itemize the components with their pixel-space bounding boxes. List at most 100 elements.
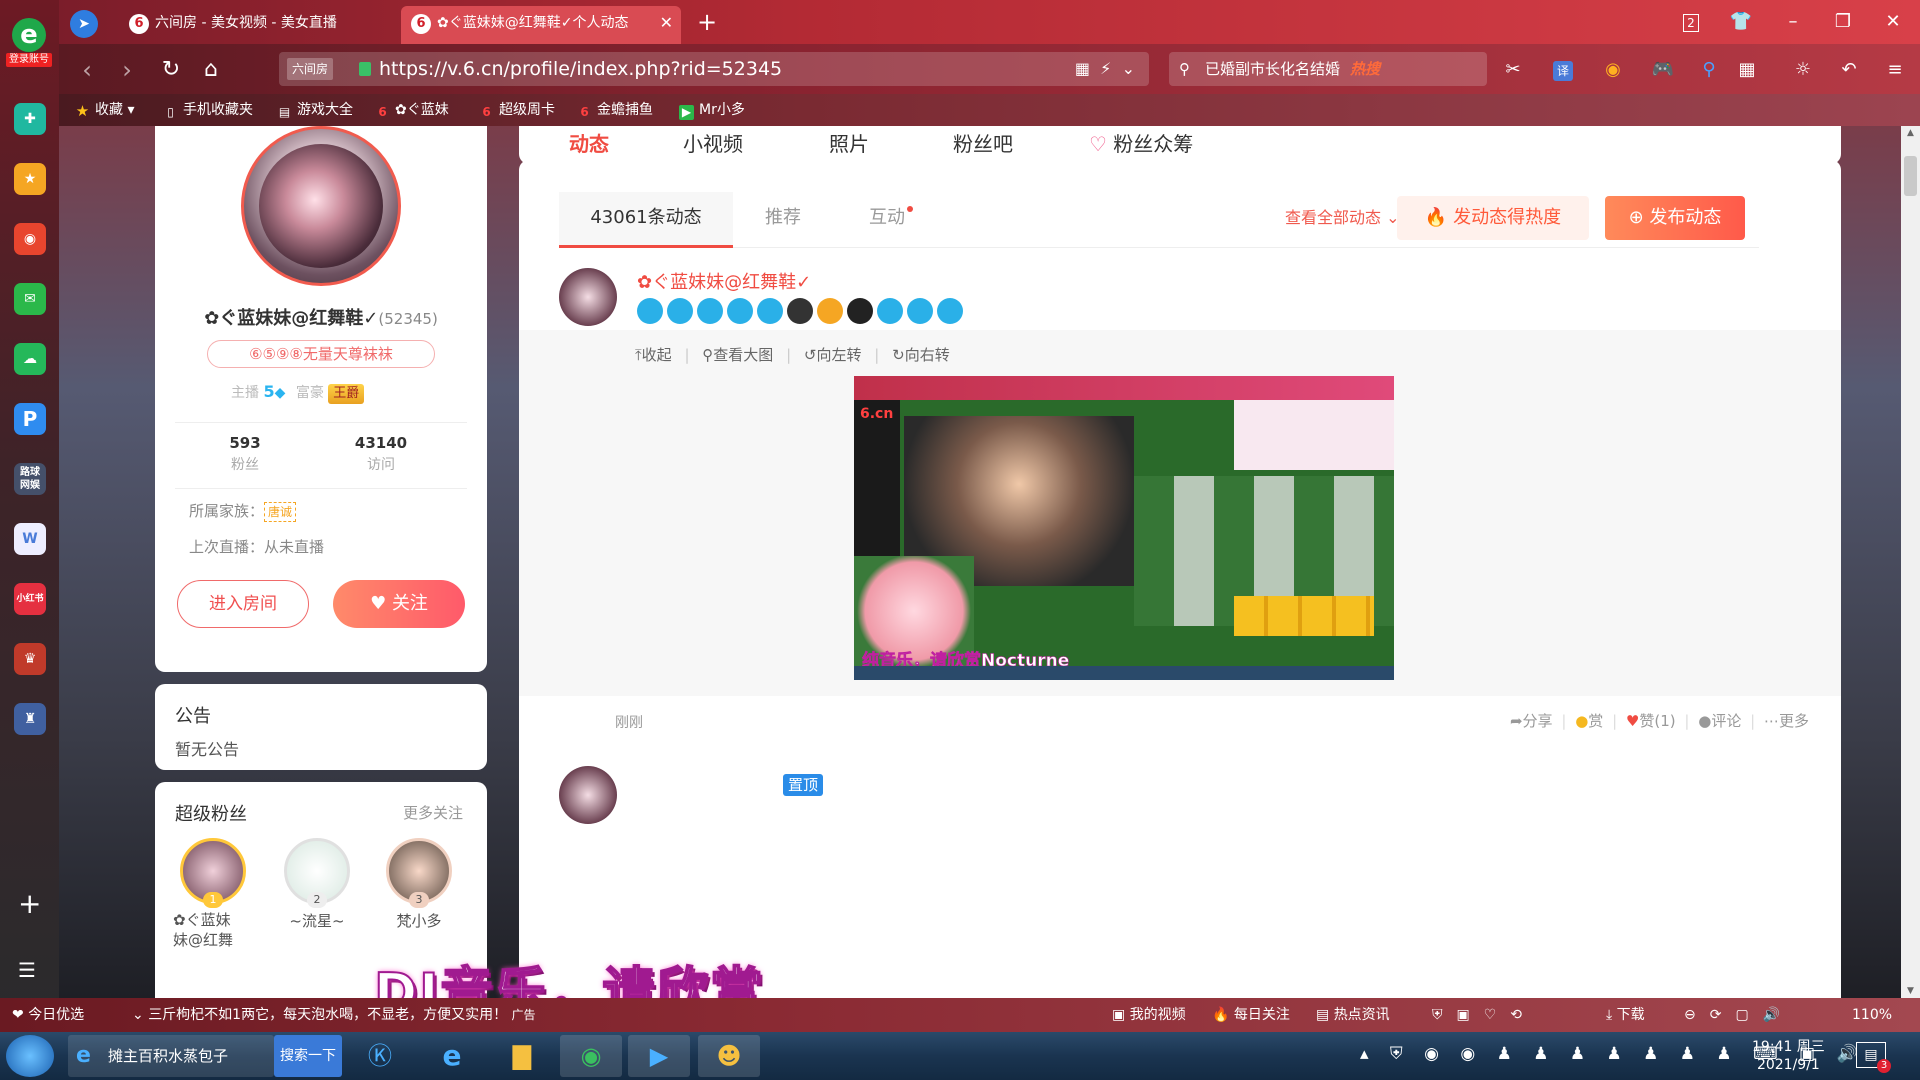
news-ticker[interactable]: ⌄ 三斤枸杞不如1两它，每天泡水喝，不显老，方便又实用！ 广告 (132, 998, 536, 1032)
tab-photos[interactable]: 照片 (829, 128, 869, 157)
cut-icon[interactable]: ✂ (1499, 56, 1527, 84)
scroll-down-icon[interactable]: ▼ (1901, 986, 1920, 996)
tab-profile[interactable]: 6 ✿ぐ蓝妹妹@红舞鞋✓个人动态 ✕ (401, 6, 681, 44)
hot-news[interactable]: ▤ 热点资讯 (1316, 998, 1390, 1032)
download[interactable]: ⤓ 下载 (1606, 998, 1645, 1032)
view-all-dropdown[interactable]: 查看全部动态 ⌄ (1285, 192, 1400, 244)
post-author-avatar[interactable] (559, 268, 617, 326)
menu-list-icon[interactable]: ☰ (18, 958, 36, 982)
ie-icon[interactable]: e (424, 1035, 480, 1077)
hot-post-button[interactable]: 🔥 发动态得热度 (1397, 196, 1589, 240)
forward-icon[interactable]: › (111, 54, 143, 86)
close-window-icon[interactable]: ✕ (1875, 8, 1911, 36)
post-author-name[interactable]: ✿ぐ蓝妹妹@红舞鞋✓ (637, 268, 811, 294)
tab-crowdfunding[interactable]: ♡ 粉丝众筹 (1089, 128, 1193, 157)
sidebar-app-mail-icon[interactable]: ✉ (14, 283, 46, 315)
notification-icon[interactable]: ▤ 3 (1856, 1042, 1891, 1073)
start-button[interactable] (6, 1035, 54, 1077)
fan-item[interactable]: 1 ✿ぐ蓝妹 妹@红舞 (173, 838, 253, 950)
kugou-icon[interactable]: Ⓚ (352, 1035, 408, 1077)
sidebar-app-p-icon[interactable]: P (14, 403, 46, 435)
daily-follow[interactable]: 🔥 每日关注 (1212, 998, 1290, 1032)
sidebar-app-doc-icon[interactable]: W (14, 523, 46, 555)
app-face-icon[interactable]: ☻ (698, 1035, 760, 1077)
more-action[interactable]: ⋯更多 (1764, 712, 1809, 730)
enter-room-button[interactable]: 进入房间 (177, 580, 309, 628)
bookmark-lanmei[interactable]: 6 ✿ぐ蓝妹 (375, 94, 448, 126)
new-tab-button[interactable]: + (689, 8, 725, 36)
bookmark-favorites[interactable]: ★ 收藏 ▾ (75, 94, 135, 126)
coupon-icon[interactable]: ◉ (1599, 56, 1627, 84)
like-action[interactable]: ♥赞(1) (1626, 712, 1676, 730)
sidebar-app-red-icon[interactable]: 小红书 (14, 583, 46, 615)
menu-icon[interactable]: ≡ (1881, 56, 1909, 84)
bookmark-mobile[interactable]: ▯ 手机收藏夹 (163, 94, 253, 126)
view-large-action[interactable]: ⚲查看大图 (702, 346, 773, 364)
sidebar-app-game-icon[interactable]: 路球 网娱 (14, 463, 46, 495)
taskbar-search-button[interactable]: 搜索一下 (274, 1035, 342, 1077)
folder-icon[interactable]: ▇ (494, 1035, 550, 1077)
scroll-thumb[interactable] (1904, 156, 1917, 196)
window-count-badge[interactable]: 2 (1673, 8, 1709, 36)
fan-item[interactable]: 2 ~流星~ (277, 838, 357, 931)
my-video[interactable]: ▣ 我的视频 (1112, 998, 1186, 1032)
fan-item[interactable]: 3 梵小多 (379, 838, 459, 931)
visits-stat[interactable]: 43140 访问 (341, 434, 421, 474)
fans-stat[interactable]: 593 粉丝 (205, 434, 285, 474)
home-icon[interactable]: ⌂ (195, 54, 227, 86)
tab-fan-bar[interactable]: 粉丝吧 (953, 128, 1013, 157)
login-account-label[interactable]: 登录账号 (6, 53, 52, 67)
add-app-icon[interactable]: + (18, 890, 41, 918)
sidebar-app-weibo-icon[interactable]: ◉ (14, 223, 46, 255)
status-tools[interactable]: ⛨▣♡⟲ (1432, 998, 1536, 1032)
ie-task-item[interactable]: e 摊主百积水蒸包子 (68, 1035, 274, 1077)
bookmark-weekly-card[interactable]: 6 超级周卡 (479, 94, 555, 126)
reward-action[interactable]: ●赏 (1575, 712, 1603, 730)
skin-icon[interactable]: 👕 (1723, 8, 1759, 36)
rotate-right-action[interactable]: ↻向右转 (892, 346, 950, 364)
feed-tab-all[interactable]: 43061条动态 (559, 192, 733, 248)
sidebar-app-plus-icon[interactable]: ✚ (14, 103, 46, 135)
more-follow-link[interactable]: 更多关注 (403, 802, 463, 823)
post-image[interactable]: 6.cn 纯音乐，请欣赏Nocturne (854, 376, 1394, 680)
apps-grid-icon[interactable]: ▦ (1733, 56, 1761, 84)
bookmark-fishing[interactable]: 6 金蟾捕鱼 (577, 94, 653, 126)
profile-avatar[interactable] (241, 126, 401, 286)
magnifier-icon[interactable]: ⚲ (1695, 56, 1723, 84)
post-author-avatar[interactable] (559, 766, 617, 824)
back-icon[interactable]: ‹ (71, 54, 103, 86)
comment-action[interactable]: ●评论 (1698, 712, 1741, 730)
gamepad-icon[interactable]: 🎮 (1649, 56, 1677, 84)
share-action[interactable]: ➦分享 (1510, 712, 1553, 730)
today-picks[interactable]: ❤ 今日优选 (12, 998, 84, 1032)
refresh-icon[interactable]: ↻ (155, 54, 187, 86)
sidebar-app-game2-icon[interactable]: ♛ (14, 643, 46, 675)
rotate-left-action[interactable]: ↺向左转 (804, 346, 862, 364)
clock[interactable]: 19:41 周三 2021/9/1 (1752, 1038, 1825, 1074)
url-tools[interactable]: ▦ ⚡ ⌄ (1075, 52, 1135, 86)
status-tools-right[interactable]: ⊖⟳▢🔊 (1684, 998, 1794, 1032)
send-icon[interactable]: ➤ (70, 10, 98, 38)
sidebar-app-cloud-icon[interactable]: ☁ (14, 343, 46, 375)
family-tag[interactable]: 唐诚 (264, 502, 297, 522)
close-tab-icon[interactable]: ✕ (660, 6, 673, 40)
brightness-icon[interactable]: ☼ (1789, 56, 1817, 84)
zoom-level[interactable]: 110% (1852, 998, 1892, 1032)
sidebar-app-star-icon[interactable]: ★ (14, 163, 46, 195)
sidebar-app-game3-icon[interactable]: ♜ (14, 703, 46, 735)
player-icon[interactable]: ▶ (628, 1035, 690, 1077)
minimize-icon[interactable]: – (1775, 8, 1811, 36)
feed-tab-recommend[interactable]: 推荐 (765, 192, 801, 244)
bookmark-games[interactable]: ▤ 游戏大全 (277, 94, 353, 126)
browser-logo[interactable]: e 登录账号 (6, 18, 52, 68)
publish-button[interactable]: ⊕ 发布动态 (1605, 196, 1745, 240)
url-input[interactable]: 六间房 https://v.6.cn/profile/index.php?rid… (279, 52, 1149, 86)
browser-360-icon[interactable]: ◉ (560, 1035, 622, 1077)
feed-tab-interact[interactable]: 互动 (869, 192, 913, 244)
maximize-icon[interactable]: ❐ (1825, 8, 1861, 36)
bookmark-mrxiaoduo[interactable]: ▶ Mr小多 (679, 94, 745, 126)
undo-icon[interactable]: ↶ (1835, 56, 1863, 84)
tab-6room-home[interactable]: 6 六间房 - 美女视频 - 美女直播 (119, 6, 399, 44)
search-input[interactable]: ⚲ 已婚副市长化名结婚 热搜 (1169, 52, 1487, 86)
translate-icon[interactable]: 译 (1549, 56, 1577, 84)
